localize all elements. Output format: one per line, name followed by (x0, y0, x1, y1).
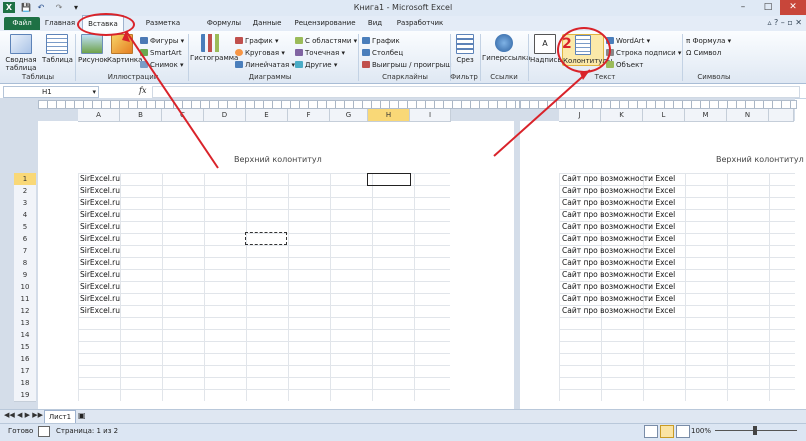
new-sheet-icon[interactable]: ▣ (78, 411, 88, 421)
sheet-tabs-bar (0, 409, 806, 424)
macro-record-icon[interactable] (38, 426, 50, 437)
view-normal-icon[interactable] (644, 425, 658, 438)
sheet-tab[interactable]: Лист1 (44, 410, 76, 424)
view-page-break-icon[interactable] (676, 425, 690, 438)
zoom-slider-thumb[interactable] (753, 426, 757, 435)
sheet-nav-arrows[interactable]: ◀◀ ◀ ▶ ▶▶ (4, 411, 43, 419)
view-page-layout-icon[interactable] (660, 425, 674, 438)
zoom-level[interactable]: 100% (691, 427, 711, 435)
annotation-arrows (122, 30, 591, 169)
status-page: Страница: 1 из 2 (56, 427, 119, 435)
status-ready: Готово (8, 427, 34, 435)
